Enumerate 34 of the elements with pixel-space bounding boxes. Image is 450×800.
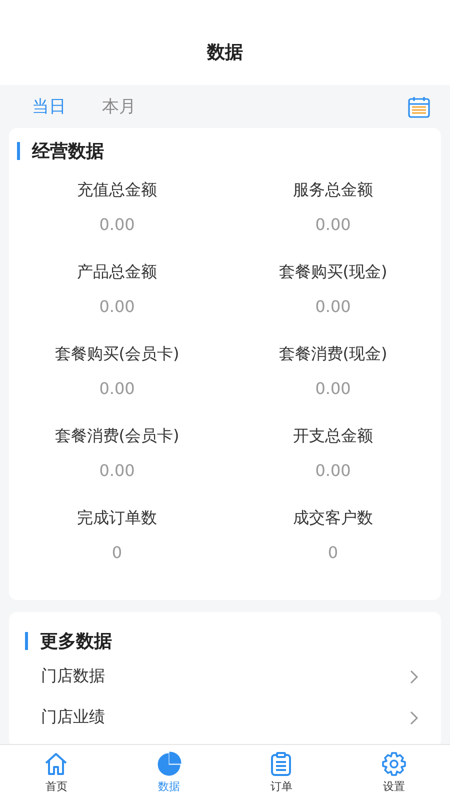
metric-value: 0: [328, 543, 338, 562]
metric-value: 0.00: [99, 297, 135, 316]
metric-value: 0.00: [315, 461, 351, 480]
pie-chart-icon: [156, 751, 182, 777]
metric-label: 套餐消费(现金): [278, 344, 388, 365]
metric-label: 成交客户数: [293, 508, 373, 529]
home-icon: [43, 751, 70, 777]
section-title: 经营数据: [32, 140, 104, 163]
metric-label: 套餐购买(会员卡): [54, 344, 180, 365]
calendar-icon[interactable]: [408, 96, 430, 118]
metric-label: 充值总金额: [77, 180, 157, 201]
tab-bar-item[interactable]: 首页: [0, 745, 112, 800]
tab-bar-item[interactable]: 设置: [338, 745, 450, 800]
metric-label: 开支总金额: [293, 426, 373, 447]
metric-value: 0.00: [315, 297, 351, 316]
settings-icon: [380, 751, 407, 777]
section-title: 更多数据: [40, 630, 112, 653]
metric-value: 0.00: [315, 215, 351, 234]
metric-value: 0.00: [99, 379, 135, 398]
metric-label: 完成订单数: [77, 508, 157, 529]
list-item-label[interactable]: 门店业绩: [41, 707, 105, 728]
metric-value: 0.00: [99, 461, 135, 480]
metric-label: 服务总金额: [293, 180, 373, 201]
metric-label: 套餐购买(现金): [278, 262, 388, 283]
chevron-icon: [409, 668, 419, 684]
metric-value: 0: [112, 543, 122, 562]
metric-value: 0.00: [99, 215, 135, 234]
tab-bar-item[interactable]: 订单: [225, 745, 338, 800]
page-title: 数据: [207, 40, 243, 64]
metric-label: 产品总金额: [77, 262, 157, 283]
list-item-label[interactable]: 门店数据: [41, 666, 105, 687]
metric-value: 0.00: [315, 379, 351, 398]
metric-label: 套餐消费(会员卡): [54, 426, 180, 447]
chevron-icon: [409, 710, 419, 726]
